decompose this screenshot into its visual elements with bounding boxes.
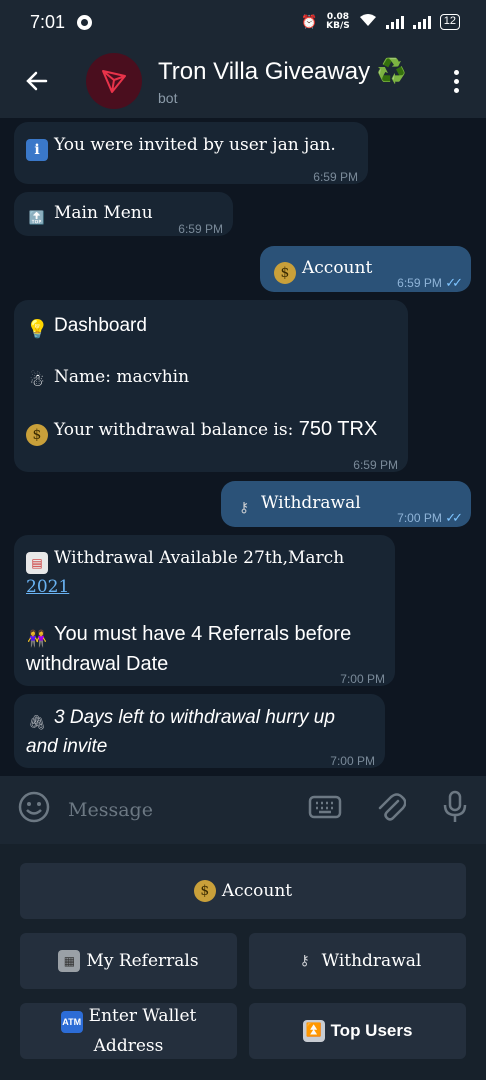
chat-subtitle: bot bbox=[158, 89, 178, 106]
snowman-icon: ☃ bbox=[29, 371, 45, 391]
bot-keyboard: $ Account ▦ My Referrals ⚷ Withdrawal ATM En… bbox=[0, 844, 486, 1080]
battery-indicator: 12 bbox=[439, 14, 460, 30]
light-bulb-icon: 💡 bbox=[26, 319, 49, 339]
back-button[interactable] bbox=[0, 44, 74, 118]
message-time: 7:00 PM ✓✓ bbox=[397, 510, 463, 525]
message-time: 6:59 PM bbox=[353, 458, 398, 472]
account-button[interactable]: $ Account bbox=[20, 863, 466, 919]
chat-titles[interactable]: Tron Villa Giveaway ♻️ bot bbox=[158, 57, 407, 106]
signal-icon-2 bbox=[412, 15, 431, 29]
keyboard-icon bbox=[308, 795, 342, 819]
money-bag-icon: $ bbox=[26, 424, 48, 446]
key-icon: ⚷ bbox=[299, 953, 310, 969]
status-bar: 7:01 ⏰ 0.08 KB/S 12 bbox=[0, 0, 486, 44]
status-time: 7:01 bbox=[30, 11, 66, 32]
message-input[interactable]: Message bbox=[68, 799, 153, 821]
money-bag-icon: $ bbox=[193, 880, 216, 902]
withdrawal-button[interactable]: ⚷ Withdrawal bbox=[249, 933, 466, 989]
bot-keyboard-button[interactable] bbox=[308, 794, 342, 826]
message-bubble[interactable]: ⚷ Withdrawal 7:00 PM ✓✓ bbox=[221, 481, 471, 527]
attach-button[interactable] bbox=[376, 791, 407, 829]
message-bubble[interactable]: $ Account 6:59 PM ✓✓ bbox=[260, 246, 471, 292]
message-time: 7:00 PM bbox=[330, 754, 375, 768]
message-composer: Message bbox=[0, 776, 486, 844]
alarm-icon: ⏰ bbox=[300, 14, 318, 30]
user-name: Name: macvhin bbox=[54, 367, 190, 387]
date-link[interactable]: 2021 bbox=[26, 577, 69, 597]
referral-requirement: You must have 4 Referrals before withdra… bbox=[26, 623, 352, 675]
info-icon: i bbox=[26, 139, 48, 161]
more-options-button[interactable] bbox=[426, 69, 486, 93]
smiley-icon bbox=[18, 791, 50, 823]
message-bubble[interactable]: i You were invited by user jan jan. 6:59 … bbox=[14, 122, 368, 184]
message-time: 6:59 PM bbox=[178, 222, 223, 236]
net-speed: 0.08 KB/S bbox=[326, 12, 350, 31]
message-time: 6:59 PM ✓✓ bbox=[397, 275, 463, 290]
voice-button[interactable] bbox=[442, 790, 468, 830]
balance-label: Your withdrawal balance is: bbox=[54, 420, 294, 440]
people-icon: 👭 bbox=[27, 631, 47, 648]
message-text: Withdrawal bbox=[261, 493, 361, 513]
chat-title: Tron Villa Giveaway ♻️ bbox=[158, 57, 407, 85]
message-text: Main Menu bbox=[54, 203, 153, 223]
up-arrow-icon: ⏫ bbox=[302, 1020, 325, 1042]
avatar[interactable] bbox=[86, 53, 142, 109]
message-bubble[interactable]: 💡 Dashboard ☃ Name: macvhin $ Your withdraw… bbox=[14, 300, 408, 472]
atm-icon: ATM bbox=[60, 1011, 83, 1033]
message-bubble[interactable]: ▤ Withdrawal Available 27th,March 2021 👭 Y… bbox=[14, 535, 395, 686]
top-users-button[interactable]: ⏫ Top Users bbox=[249, 1003, 466, 1059]
message-bubble[interactable]: 🔝 Main Menu 6:59 PM bbox=[14, 192, 233, 236]
message-bubble[interactable]: 🖇 3 Days left to withdrawal hurry up and … bbox=[14, 694, 385, 768]
emoji-button[interactable] bbox=[18, 791, 50, 829]
top-arrow-icon: 🔝 bbox=[28, 211, 46, 226]
paperclip-icon bbox=[378, 793, 407, 821]
message-text: 3 Days left to withdrawal hurry up and i… bbox=[26, 707, 335, 757]
chat-area: i You were invited by user jan jan. 6:59 … bbox=[0, 118, 486, 776]
message-time: 6:59 PM bbox=[313, 170, 358, 184]
money-bag-icon: $ bbox=[274, 262, 296, 284]
chat-header: Tron Villa Giveaway ♻️ bot bbox=[0, 44, 486, 118]
tron-logo-icon bbox=[102, 70, 126, 93]
control-knobs-icon: ▦ bbox=[58, 950, 81, 972]
balance-value: 750 TRX bbox=[298, 418, 378, 440]
enter-wallet-address-button[interactable]: ATM Enter Wallet Address bbox=[20, 1003, 237, 1059]
signal-icon bbox=[385, 15, 404, 29]
messenger-notification-icon bbox=[77, 14, 93, 30]
paperclips-icon: 🖇 bbox=[28, 714, 46, 730]
calendar-icon: ▤ bbox=[26, 552, 48, 574]
status-icons: ⏰ 0.08 KB/S 12 bbox=[301, 13, 460, 31]
message-text: Account bbox=[302, 258, 373, 278]
read-ticks-icon: ✓✓ bbox=[445, 510, 463, 525]
message-time: 7:00 PM bbox=[340, 672, 385, 686]
read-ticks-icon: ✓✓ bbox=[445, 275, 463, 290]
dashboard-title: Dashboard bbox=[54, 315, 147, 336]
wifi-icon bbox=[359, 13, 377, 31]
microphone-icon bbox=[443, 790, 467, 822]
message-text: You were invited by user jan jan. bbox=[54, 135, 336, 155]
my-referrals-button[interactable]: ▦ My Referrals bbox=[20, 933, 237, 989]
back-arrow-icon bbox=[26, 71, 48, 91]
key-icon: ⚷ bbox=[238, 500, 250, 516]
message-text: Withdrawal Available 27th,March bbox=[54, 548, 345, 568]
